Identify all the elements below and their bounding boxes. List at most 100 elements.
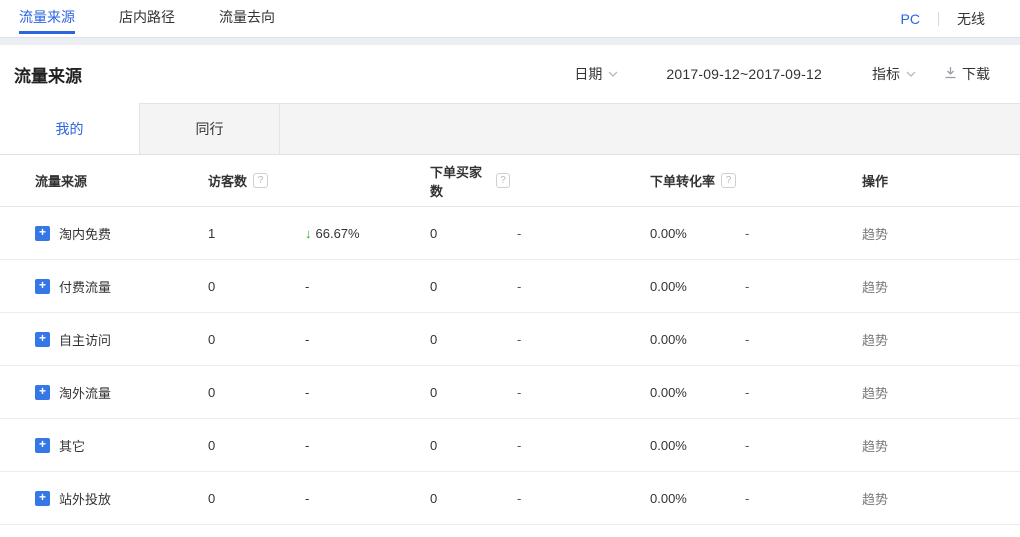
conversion-change: - — [738, 438, 848, 453]
table-row: + 其它 0 - 0 - 0.00% - 趋势 — [0, 419, 1020, 472]
expand-plus-icon[interactable]: + — [35, 226, 50, 241]
date-dropdown[interactable]: 日期 — [574, 64, 618, 84]
source-name: 付费流量 — [59, 277, 111, 296]
metric-dropdown[interactable]: 指标 — [872, 64, 916, 84]
conversion-change: - — [738, 279, 848, 294]
help-icon[interactable]: ? — [721, 173, 736, 188]
conversion-value: 0.00% — [640, 438, 738, 453]
table-row: + 淘内免费 1 ↓ 66.67% 0 - 0.00% - 趋势 — [0, 207, 1020, 260]
source-name: 自主访问 — [59, 330, 111, 349]
help-icon[interactable]: ? — [496, 173, 510, 188]
visitors-value: 0 — [196, 332, 290, 347]
visitors-change-value: 66.67% — [316, 226, 360, 241]
date-range-value[interactable]: 2017-09-12~2017-09-12 — [666, 66, 822, 82]
download-icon — [944, 66, 957, 82]
conversion-value: 0.00% — [640, 332, 738, 347]
conversion-change: - — [738, 226, 848, 241]
table-row: + 站外投放 0 - 0 - 0.00% - 趋势 — [0, 472, 1020, 525]
conversion-value: 0.00% — [640, 226, 738, 241]
source-name: 淘外流量 — [59, 383, 111, 402]
visitors-change-value: - — [305, 491, 309, 506]
buyers-value: 0 — [420, 226, 510, 241]
arrow-down-icon: ↓ — [305, 226, 312, 241]
chevron-down-icon — [906, 71, 916, 77]
visitors-value: 0 — [196, 385, 290, 400]
conversion-value: 0.00% — [640, 385, 738, 400]
visitors-value: 0 — [196, 491, 290, 506]
chevron-down-icon — [608, 71, 618, 77]
column-header-visitors: 访客数 ? — [196, 171, 290, 190]
buyers-value: 0 — [420, 279, 510, 294]
column-header-label: 下单买家数 — [430, 162, 490, 200]
visitors-change: - — [290, 279, 420, 294]
nav-tab-traffic-source[interactable]: 流量来源 — [19, 0, 75, 37]
buyers-change: - — [510, 226, 640, 241]
source-name: 淘内免费 — [59, 224, 111, 243]
column-header-label: 下单转化率 — [650, 171, 715, 190]
source-name: 其它 — [59, 436, 85, 455]
column-header-source: 流量来源 — [0, 171, 196, 190]
metric-dropdown-label: 指标 — [872, 64, 900, 84]
expand-plus-icon[interactable]: + — [35, 385, 50, 400]
buyers-change: - — [510, 279, 640, 294]
help-icon[interactable]: ? — [253, 173, 268, 188]
buyers-change: - — [510, 332, 640, 347]
top-nav: 流量来源 店内路径 流量去向 PC 无线 — [0, 0, 1020, 37]
visitors-change: - — [290, 385, 420, 400]
visitors-value: 0 — [196, 279, 290, 294]
table-row: + 淘外流量 0 - 0 - 0.00% - 趋势 — [0, 366, 1020, 419]
page-title: 流量来源 — [14, 62, 82, 87]
buyers-change: - — [510, 385, 640, 400]
column-header-conversion: 下单转化率 ? — [640, 171, 738, 190]
download-button[interactable]: 下载 — [944, 64, 990, 84]
nav-tab-traffic-destination[interactable]: 流量去向 — [219, 0, 275, 37]
visitors-change: ↓ 66.67% — [290, 226, 420, 241]
trend-link[interactable]: 趋势 — [862, 489, 888, 508]
buyers-change: - — [510, 491, 640, 506]
source-name: 站外投放 — [59, 489, 111, 508]
visitors-change-value: - — [305, 279, 309, 294]
tab-mine[interactable]: 我的 — [0, 103, 140, 155]
buyers-value: 0 — [420, 438, 510, 453]
device-wireless-link[interactable]: 无线 — [957, 9, 985, 29]
traffic-source-table: 流量来源 访客数 ? 下单买家数 ? 下单转化率 ? 操作 + 淘内免费 1 ↓… — [0, 155, 1020, 525]
table-body: + 淘内免费 1 ↓ 66.67% 0 - 0.00% - 趋势 + 付费流量 … — [0, 207, 1020, 525]
tabstrip-filler — [280, 103, 1020, 155]
visitors-value: 0 — [196, 438, 290, 453]
section-divider-strip — [0, 37, 1020, 45]
date-dropdown-label: 日期 — [574, 64, 602, 84]
visitors-change: - — [290, 332, 420, 347]
trend-link[interactable]: 趋势 — [862, 330, 888, 349]
panel-header: 流量来源 日期 2017-09-12~2017-09-12 指标 下载 — [0, 45, 1020, 103]
download-label: 下载 — [962, 64, 990, 84]
expand-plus-icon[interactable]: + — [35, 332, 50, 347]
buyers-value: 0 — [420, 385, 510, 400]
expand-plus-icon[interactable]: + — [35, 279, 50, 294]
sub-tabstrip: 我的 同行 — [0, 103, 1020, 155]
nav-tab-instore-path[interactable]: 店内路径 — [119, 0, 175, 37]
table-row: + 自主访问 0 - 0 - 0.00% - 趋势 — [0, 313, 1020, 366]
expand-plus-icon[interactable]: + — [35, 438, 50, 453]
visitors-change: - — [290, 491, 420, 506]
buyers-value: 0 — [420, 332, 510, 347]
visitors-change-value: - — [305, 332, 309, 347]
table-header-row: 流量来源 访客数 ? 下单买家数 ? 下单转化率 ? 操作 — [0, 155, 1020, 207]
trend-link[interactable]: 趋势 — [862, 436, 888, 455]
column-header-action: 操作 — [848, 171, 1020, 190]
tab-peers[interactable]: 同行 — [140, 103, 280, 155]
expand-plus-icon[interactable]: + — [35, 491, 50, 506]
device-pc-link[interactable]: PC — [901, 11, 920, 27]
conversion-change: - — [738, 491, 848, 506]
trend-link[interactable]: 趋势 — [862, 224, 888, 243]
conversion-change: - — [738, 385, 848, 400]
visitors-value: 1 — [196, 226, 290, 241]
trend-link[interactable]: 趋势 — [862, 383, 888, 402]
trend-link[interactable]: 趋势 — [862, 277, 888, 296]
visitors-change: - — [290, 438, 420, 453]
divider — [938, 12, 939, 26]
device-switch: PC 无线 — [901, 9, 985, 29]
conversion-change: - — [738, 332, 848, 347]
table-row: + 付费流量 0 - 0 - 0.00% - 趋势 — [0, 260, 1020, 313]
buyers-change: - — [510, 438, 640, 453]
visitors-change-value: - — [305, 385, 309, 400]
